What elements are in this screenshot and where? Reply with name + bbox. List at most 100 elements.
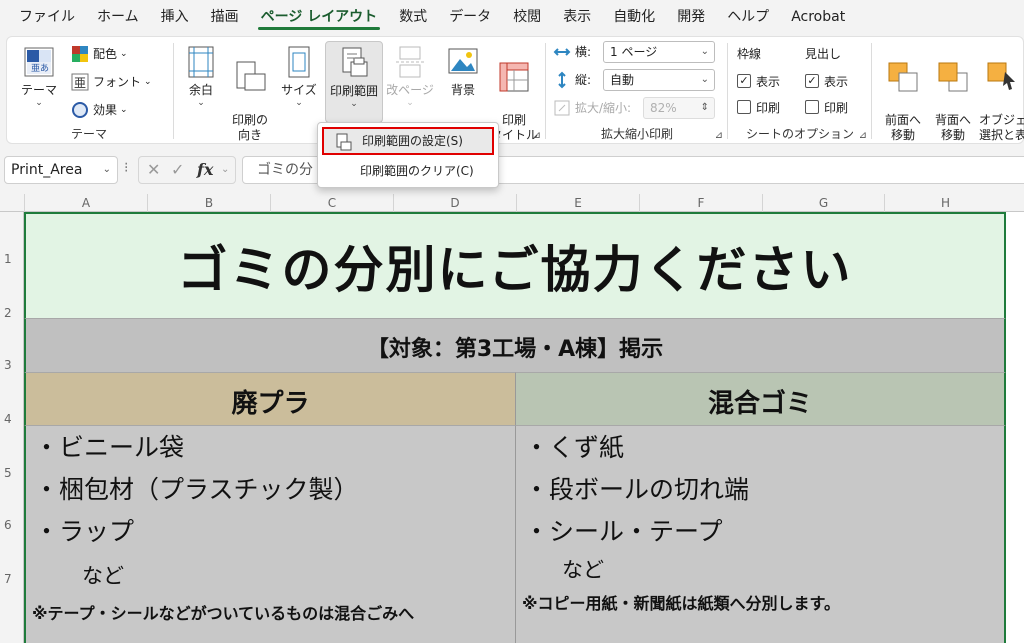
page-setup-launcher-icon[interactable]: ⊿ bbox=[533, 130, 541, 141]
enter-icon[interactable]: ✓ bbox=[171, 157, 184, 183]
tab-page-layout[interactable]: ページ レイアウト bbox=[250, 0, 389, 34]
width-arrows-icon bbox=[553, 43, 571, 61]
clear-print-area-item[interactable]: 印刷範囲のクリア(C) bbox=[322, 157, 494, 185]
svg-text:亜: 亜 bbox=[74, 76, 86, 90]
tab-view[interactable]: 表示 bbox=[552, 0, 602, 34]
tab-automate[interactable]: 自動化 bbox=[602, 0, 666, 34]
bring-forward-button[interactable]: 前面へ 移動 bbox=[879, 41, 927, 142]
background-label: 背景 bbox=[450, 83, 475, 97]
name-box[interactable]: Print_Area ⌄ bbox=[4, 156, 118, 184]
size-icon bbox=[282, 45, 316, 79]
sheet-options-group: 枠線 見出し ✓ 表示 ✓ 表示 印刷 印刷 シートのオプション ⊿ bbox=[729, 37, 871, 145]
headings-print-checkbox[interactable]: 印刷 bbox=[805, 97, 848, 117]
etc-label: など bbox=[562, 558, 604, 582]
separator bbox=[871, 43, 872, 139]
right-body-cell[interactable]: ・くず紙 ・段ボールの切れ端 ・シール・テープ など ※コピー用紙・新聞紙は紙類… bbox=[516, 425, 1006, 643]
row-header-4[interactable]: 4 bbox=[0, 412, 24, 426]
row-header-5[interactable]: 5 bbox=[0, 466, 24, 480]
selection-pane-button[interactable]: オブジェク 選択と表 bbox=[979, 41, 1024, 142]
print-area-menu: 印刷範囲の設定(S) 印刷範囲のクリア(C) bbox=[317, 122, 499, 188]
height-label: 縦: bbox=[575, 73, 592, 87]
tab-draw[interactable]: 描画 bbox=[200, 0, 250, 34]
tab-formulas[interactable]: 数式 bbox=[388, 0, 438, 34]
poster-subtitle: 【対象：第3工場・A棟】掲示 bbox=[366, 337, 664, 362]
theme-group-label: テーマ bbox=[70, 127, 107, 141]
chevron-down-icon: ⌄ bbox=[700, 46, 709, 57]
row-header-3[interactable]: 3 bbox=[0, 358, 24, 372]
margins-icon bbox=[184, 45, 218, 79]
tab-insert[interactable]: 挿入 bbox=[150, 0, 200, 34]
send-backward-icon bbox=[936, 60, 970, 94]
fonts-icon: 亜 bbox=[71, 73, 89, 91]
column-header-e[interactable]: E bbox=[516, 194, 639, 212]
colors-button[interactable]: 配色 ⌄ bbox=[71, 43, 128, 65]
checkmark-icon: ✓ bbox=[737, 74, 751, 88]
left-header: 廃プラ bbox=[231, 389, 310, 419]
headings-view-checkbox[interactable]: ✓ 表示 bbox=[805, 71, 848, 91]
effects-button[interactable]: 効果 ⌄ bbox=[71, 99, 128, 121]
svg-text:亜あ: 亜あ bbox=[31, 63, 49, 74]
checkmark-icon: ✓ bbox=[805, 74, 819, 88]
tab-review[interactable]: 校閲 bbox=[502, 0, 552, 34]
sheet-content: ゴミの分別にご協力ください 【対象：第3工場・A棟】掲示 廃プラ 混合ゴミ ・ビ… bbox=[24, 212, 1006, 643]
orientation-button[interactable]: 印刷の 向き bbox=[225, 41, 275, 142]
column-header-d[interactable]: D bbox=[393, 194, 516, 212]
column-header-a[interactable]: A bbox=[24, 194, 147, 212]
height-label-row: 縦: bbox=[553, 69, 591, 91]
more-icon[interactable]: ⁝ bbox=[124, 160, 128, 176]
left-body-cell[interactable]: ・ビニール袋 ・梱包材（プラスチック製） ・ラップ など ※テープ・シールなどが… bbox=[24, 425, 516, 643]
theme-group: 亜あ テーマ ⌄ 配色 ⌄ 亜 フォント ⌄ 効果 ⌄ テーマ bbox=[7, 37, 171, 145]
column-header-c[interactable]: C bbox=[270, 194, 393, 212]
tab-developer[interactable]: 開発 bbox=[666, 0, 716, 34]
row-header-6[interactable]: 6 bbox=[0, 518, 24, 532]
set-print-area-item[interactable]: 印刷範囲の設定(S) bbox=[322, 127, 494, 155]
scale-input[interactable]: 82% ⇕ bbox=[643, 97, 715, 119]
column-header-g[interactable]: G bbox=[762, 194, 884, 212]
gridlines-view-checkbox[interactable]: ✓ 表示 bbox=[737, 71, 780, 91]
tab-home[interactable]: ホーム bbox=[86, 0, 150, 34]
breaks-button[interactable]: 改ページ ⌄ bbox=[385, 41, 435, 123]
row-header-2[interactable]: 2 bbox=[0, 306, 24, 320]
themes-button[interactable]: 亜あ テーマ ⌄ bbox=[15, 41, 63, 123]
scale-launcher-icon[interactable]: ⊿ bbox=[715, 130, 723, 141]
chevron-down-icon: ⌄ bbox=[700, 74, 709, 85]
scale-icon bbox=[553, 99, 571, 117]
send-backward-button[interactable]: 背面へ 移動 bbox=[929, 41, 977, 142]
sheet-options-launcher-icon[interactable]: ⊿ bbox=[859, 130, 867, 141]
headings-view-label: 表示 bbox=[824, 74, 849, 89]
gridlines-print-checkbox[interactable]: 印刷 bbox=[737, 97, 780, 117]
tab-file[interactable]: ファイル bbox=[8, 0, 86, 34]
row-header-1[interactable]: 1 bbox=[0, 252, 24, 266]
tab-data[interactable]: データ bbox=[438, 0, 502, 34]
menu-tab-bar: ファイル ホーム 挿入 描画 ページ レイアウト 数式 データ 校閲 表示 自動… bbox=[0, 0, 1024, 34]
tab-help[interactable]: ヘルプ bbox=[716, 0, 780, 34]
page-breaks-icon bbox=[393, 45, 427, 79]
sheet-options-group-label: シートのオプション bbox=[745, 127, 854, 141]
column-header-h[interactable]: H bbox=[884, 194, 1006, 212]
column-header-b[interactable]: B bbox=[147, 194, 270, 212]
insert-function-button[interactable]: fx bbox=[197, 157, 213, 183]
row-header-7[interactable]: 7 bbox=[0, 572, 24, 586]
left-header-cell[interactable]: 廃プラ bbox=[24, 372, 516, 425]
chevron-down-icon: ⌄ bbox=[221, 164, 230, 175]
cancel-icon[interactable]: ✕ bbox=[147, 157, 160, 183]
margins-button[interactable]: 余白 ⌄ bbox=[177, 41, 225, 123]
scale-label: 拡大/縮小: bbox=[575, 101, 632, 115]
formula-bar: Print_Area ⌄ ⁝ ✕ ✓ fx ⌄ ゴミの分 bbox=[0, 148, 1024, 194]
fonts-button[interactable]: 亜 フォント ⌄ bbox=[71, 71, 152, 93]
right-header-cell[interactable]: 混合ゴミ bbox=[516, 372, 1006, 425]
ribbon: 亜あ テーマ ⌄ 配色 ⌄ 亜 フォント ⌄ 効果 ⌄ テーマ 余白 ⌄ 印刷の… bbox=[0, 34, 1024, 148]
size-button[interactable]: サイズ ⌄ bbox=[275, 41, 323, 123]
tab-acrobat[interactable]: Acrobat bbox=[780, 0, 856, 34]
subtitle-cell[interactable]: 【対象：第3工場・A棟】掲示 bbox=[24, 318, 1006, 372]
print-area-button[interactable]: 印刷範囲 ⌄ bbox=[325, 41, 383, 123]
background-button[interactable]: 背景 bbox=[439, 41, 487, 123]
title-cell[interactable]: ゴミの分別にご協力ください bbox=[24, 212, 1006, 318]
column-header-f[interactable]: F bbox=[639, 194, 762, 212]
effects-icon bbox=[71, 101, 89, 119]
width-select[interactable]: 1 ページ ⌄ bbox=[603, 41, 715, 63]
etc-label: など bbox=[82, 564, 124, 588]
height-select[interactable]: 自動 ⌄ bbox=[603, 69, 715, 91]
size-label: サイズ bbox=[281, 83, 317, 97]
print-titles-button[interactable]: 印刷 タイトル bbox=[489, 41, 539, 142]
